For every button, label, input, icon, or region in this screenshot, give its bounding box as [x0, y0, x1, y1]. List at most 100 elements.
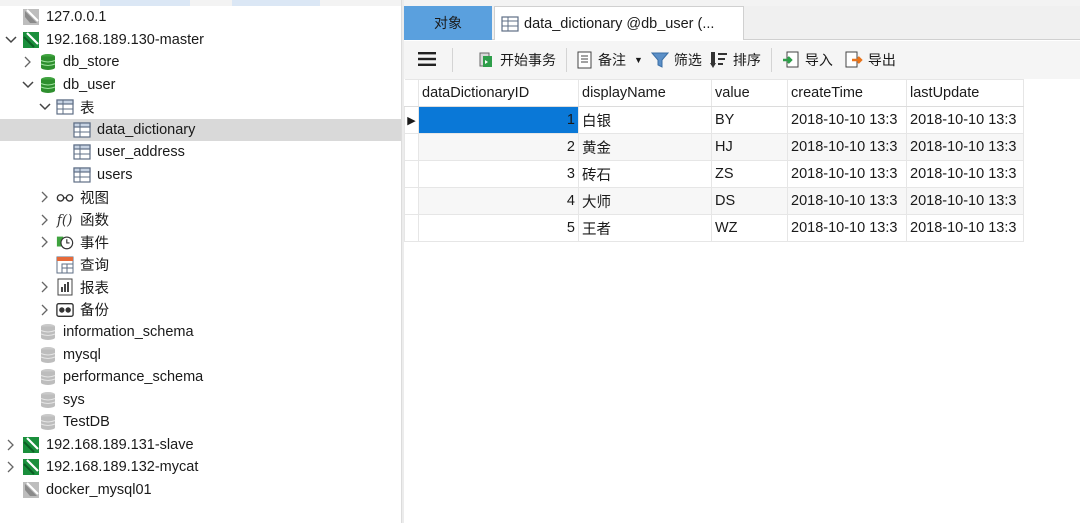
grid-cell[interactable]: 王者 — [578, 214, 712, 242]
data-grid-area[interactable]: dataDictionaryID displayName value creat… — [404, 79, 1080, 523]
grid-cell[interactable]: 2 — [418, 133, 579, 161]
tree-item-label: user_address — [97, 144, 185, 161]
tree-item-label: TestDB — [63, 414, 110, 431]
chevron-down-icon[interactable] — [21, 78, 35, 92]
grid-cell[interactable]: 2018-10-10 13:3 — [906, 160, 1024, 188]
tree-item-tables-folder[interactable]: 表 — [0, 96, 401, 119]
tree-item-db-perf-schema[interactable]: performance_schema — [0, 366, 401, 389]
grid-cell[interactable]: WZ — [711, 214, 788, 242]
chevron-down-icon[interactable] — [4, 33, 18, 47]
grid-cell[interactable]: 白银 — [578, 106, 712, 134]
grid-cell[interactable]: 2018-10-10 13:3 — [906, 133, 1024, 161]
tree-item-tbl-users[interactable]: users — [0, 164, 401, 187]
tree-item-db-testdb[interactable]: TestDB — [0, 411, 401, 434]
table-row[interactable]: 3 砖石 ZS 2018-10-10 13:3 2018-10-10 13:3 — [404, 160, 1024, 188]
chevron-right-icon[interactable] — [38, 213, 52, 227]
chevron-placeholder — [55, 123, 69, 137]
tree-item-db-user[interactable]: db_user — [0, 74, 401, 97]
tree-item-label: 192.168.189.130-master — [46, 31, 204, 48]
table-row[interactable]: ▶ 1 白银 BY 2018-10-10 13:3 2018-10-10 13:… — [404, 106, 1024, 134]
tree-item-label: 备份 — [80, 303, 109, 320]
chevron-right-icon[interactable] — [21, 55, 35, 69]
chevron-right-icon[interactable] — [38, 280, 52, 294]
chevron-right-icon[interactable] — [4, 438, 18, 452]
tree-item-conn-132[interactable]: 192.168.189.132-mycat — [0, 456, 401, 479]
chevron-placeholder — [55, 168, 69, 182]
chevron-right-icon[interactable] — [4, 460, 18, 474]
tree-item-db-store[interactable]: db_store — [0, 51, 401, 74]
row-indicator — [404, 187, 419, 215]
tree-item-queries[interactable]: 查询 — [0, 254, 401, 277]
tree-item-db-sys[interactable]: sys — [0, 389, 401, 412]
chevron-right-icon[interactable] — [38, 303, 52, 317]
tree-item-functions[interactable]: f() 函数 — [0, 209, 401, 232]
grid-cell[interactable]: HJ — [711, 133, 788, 161]
grid-cell[interactable]: 2018-10-10 13:3 — [906, 187, 1024, 215]
tree-item-conn-130[interactable]: 192.168.189.130-master — [0, 29, 401, 52]
dropdown-arrow-icon[interactable]: ▼ — [634, 55, 643, 65]
tree-item-tbl-data-dictionary[interactable]: data_dictionary — [0, 118, 401, 141]
function-icon: f() — [56, 211, 74, 229]
begin-transaction-button[interactable]: 开始事务 — [471, 45, 562, 75]
tree-item-label: 报表 — [80, 280, 109, 297]
grid-cell[interactable]: 大师 — [578, 187, 712, 215]
grid-cell[interactable]: 1 — [418, 106, 579, 134]
row-indicator — [404, 133, 419, 161]
tree-item-tbl-user-address[interactable]: user_address — [0, 141, 401, 164]
grid-cell[interactable]: 2018-10-10 13:3 — [906, 106, 1024, 134]
grid-cell[interactable]: 2018-10-10 13:3 — [787, 133, 907, 161]
table-icon — [73, 121, 91, 139]
filter-button[interactable]: 筛选 — [649, 45, 708, 75]
column-header[interactable]: lastUpdate — [906, 79, 1024, 107]
grid-cell[interactable]: BY — [711, 106, 788, 134]
tree-item-db-info-schema[interactable]: information_schema — [0, 321, 401, 344]
connection-gray-icon — [22, 481, 40, 499]
grid-cell[interactable]: 2018-10-10 13:3 — [906, 214, 1024, 242]
grid-cell[interactable]: 3 — [418, 160, 579, 188]
table-row[interactable]: 4 大师 DS 2018-10-10 13:3 2018-10-10 13:3 — [404, 187, 1024, 215]
note-button[interactable]: 备注 ▼ — [571, 45, 649, 75]
tab-data-dictionary[interactable]: data_dictionary @db_user (... — [494, 6, 744, 40]
chevron-right-icon[interactable] — [38, 235, 52, 249]
tree-item-conn-131[interactable]: 192.168.189.131-slave — [0, 434, 401, 457]
data-grid[interactable]: dataDictionaryID displayName value creat… — [404, 79, 1024, 242]
tab-objects[interactable]: 对象 — [404, 6, 492, 40]
grid-cell[interactable]: ZS — [711, 160, 788, 188]
tree-item-reports[interactable]: 报表 — [0, 276, 401, 299]
chevron-down-icon[interactable] — [38, 100, 52, 114]
export-label: 导出 — [867, 52, 896, 68]
sort-button[interactable]: 排序 — [708, 45, 767, 75]
column-header[interactable]: dataDictionaryID — [418, 79, 579, 107]
column-header[interactable]: displayName — [578, 79, 712, 107]
grid-cell[interactable]: 2018-10-10 13:3 — [787, 160, 907, 188]
tree-item-conn-127[interactable]: 127.0.0.1 — [0, 6, 401, 29]
chevron-right-icon[interactable] — [38, 190, 52, 204]
navigation-tree[interactable]: 127.0.0.1 192.168.189.130-master db_store d… — [0, 6, 401, 523]
column-header[interactable]: value — [711, 79, 788, 107]
database-gray-icon — [39, 346, 57, 364]
column-header[interactable]: createTime — [787, 79, 907, 107]
grid-cell[interactable]: 黄金 — [578, 133, 712, 161]
sort-label: 排序 — [732, 52, 761, 68]
tree-item-backups[interactable]: 备份 — [0, 299, 401, 322]
grid-cell[interactable]: 2018-10-10 13:3 — [787, 187, 907, 215]
tree-item-label: 192.168.189.131-slave — [46, 436, 194, 453]
tree-item-db-mysql[interactable]: mysql — [0, 344, 401, 367]
tree-item-events[interactable]: 事件 — [0, 231, 401, 254]
query-icon — [56, 256, 74, 274]
tree-item-views[interactable]: 视图 — [0, 186, 401, 209]
table-icon — [56, 98, 74, 116]
grid-cell[interactable]: 砖石 — [578, 160, 712, 188]
export-button[interactable]: 导出 — [839, 45, 902, 75]
import-button[interactable]: 导入 — [776, 45, 839, 75]
grid-cell[interactable]: 2018-10-10 13:3 — [787, 106, 907, 134]
grid-cell[interactable]: 2018-10-10 13:3 — [787, 214, 907, 242]
table-row[interactable]: 2 黄金 HJ 2018-10-10 13:3 2018-10-10 13:3 — [404, 133, 1024, 161]
grid-cell[interactable]: DS — [711, 187, 788, 215]
tree-item-conn-docker[interactable]: docker_mysql01 — [0, 479, 401, 502]
grid-cell[interactable]: 4 — [418, 187, 579, 215]
grid-cell[interactable]: 5 — [418, 214, 579, 242]
row-indicator-header — [404, 79, 419, 107]
menu-button[interactable] — [404, 45, 448, 75]
table-row[interactable]: 5 王者 WZ 2018-10-10 13:3 2018-10-10 13:3 — [404, 214, 1024, 242]
